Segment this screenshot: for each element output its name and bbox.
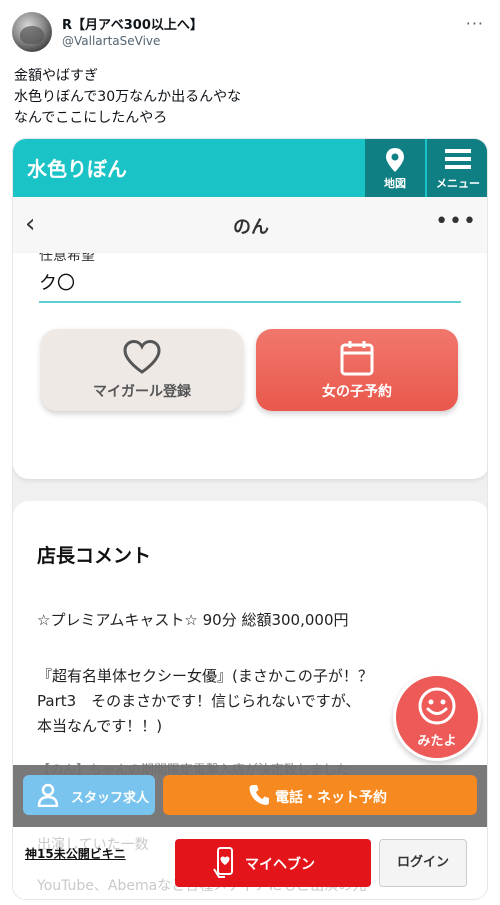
map-pin-icon — [386, 148, 404, 172]
tel-label: 電話・ネット予約 — [275, 790, 387, 806]
option-value: ク〇 — [39, 273, 75, 294]
hamburger-menu-icon — [445, 149, 471, 169]
tweet-line: 金額やばすぎ — [14, 68, 98, 84]
user-name[interactable]: R【月アベ300以上へ】 — [62, 14, 203, 33]
menu-button[interactable]: メニュー — [427, 139, 487, 197]
more-options-icon[interactable]: ··· — [466, 14, 484, 33]
avatar[interactable] — [12, 12, 52, 52]
map-button[interactable]: 地図 — [365, 139, 425, 197]
bottom-login-bar: 出演していた一数 YouTube、Abemaなど各種メディアにもご出演の元 神1… — [13, 827, 487, 899]
attached-screenshot[interactable]: 水色りぼん 地図 メニュー ‹ のん ••• 任意希望 ク〇 マイガール登録 女… — [12, 138, 488, 900]
my-girl-register-button[interactable]: マイガール登録 — [41, 329, 243, 411]
comment-line: 『超有名単体セクシー女優』(まさかこの子が！？ — [37, 667, 373, 685]
staff-recruit-button[interactable]: スタッフ求人 — [23, 775, 155, 815]
reserve-girl-button[interactable]: 女の子予約 — [256, 329, 458, 411]
mitayo-button[interactable]: みたよ — [393, 673, 481, 761]
phone-icon — [249, 785, 269, 805]
phone-heart-icon — [213, 847, 233, 878]
login-button[interactable]: ログイン — [379, 839, 467, 887]
tweet-text: 金額やばすぎ 水色りぼんで30万なんか出るんやな なんでここにしたんやろ — [14, 66, 484, 129]
calendar-icon — [340, 341, 374, 376]
field-underline — [39, 301, 461, 303]
menu-label: メニュー — [436, 177, 480, 190]
user-handle[interactable]: @VallartaSeVive — [62, 34, 160, 48]
comment-line: ☆プレミアムキャスト☆ 90分 総額300,000円 — [37, 611, 349, 629]
my-heaven-label: マイヘブン — [245, 857, 315, 873]
section-title: 店長コメント — [37, 545, 152, 567]
app-title[interactable]: 水色りぼん — [27, 153, 127, 182]
map-label: 地図 — [384, 177, 406, 190]
bottom-action-bar: スタッフ求人 電話・ネット予約 — [13, 765, 487, 827]
staff-label: スタッフ求人 — [71, 791, 150, 806]
bikini-link[interactable]: 神15未公開ビキニ — [25, 845, 126, 862]
my-heaven-button[interactable]: マイヘブン — [175, 839, 371, 887]
more-options-icon[interactable]: ••• — [435, 209, 477, 234]
mitayo-label: みたよ — [417, 734, 457, 749]
app-header: 水色りぼん 地図 メニュー — [13, 139, 487, 197]
tweet-header: R【月アベ300以上へ】 @VallartaSeVive ··· — [12, 12, 488, 56]
comment-line: 本当なんです！！) — [37, 717, 163, 735]
page-title: のん — [233, 217, 269, 238]
comment-line: Part3 そのまさかです！信じられないですが、 — [37, 692, 361, 710]
reserve-label: 女の子予約 — [322, 384, 392, 400]
heart-icon — [123, 339, 161, 374]
tweet-line: なんでここにしたんやろ — [14, 110, 168, 126]
tweet-line: 水色りぼんで30万なんか出るんやな — [14, 89, 242, 105]
my-girl-label: マイガール登録 — [93, 384, 191, 400]
tel-net-reserve-button[interactable]: 電話・ネット予約 — [163, 775, 477, 815]
profile-card: 任意希望 ク〇 マイガール登録 女の子予約 — [13, 253, 487, 479]
person-icon — [37, 783, 59, 807]
nav-bar: ‹ のん ••• — [13, 197, 487, 253]
smiley-icon — [418, 687, 456, 725]
field-label: 任意希望 — [39, 253, 95, 264]
